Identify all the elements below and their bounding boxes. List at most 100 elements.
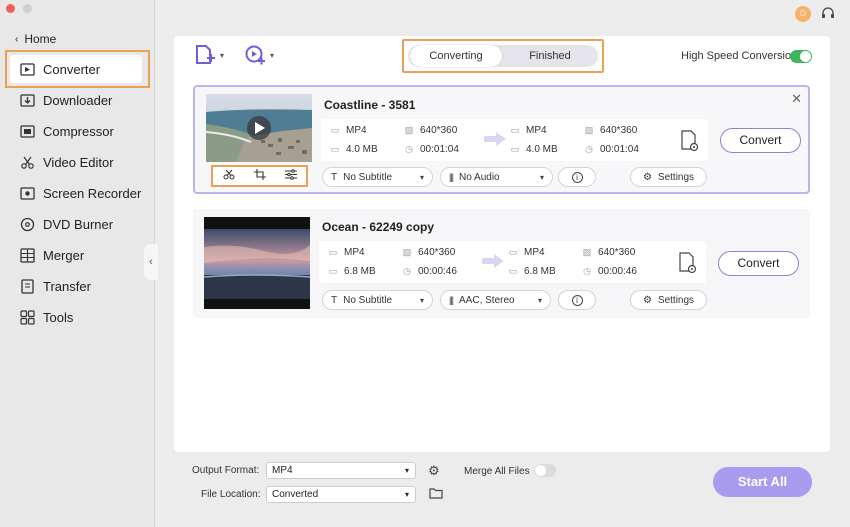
sidebar-item-tools[interactable]: Tools [20,305,73,329]
sidebar-item-merger[interactable]: Merger [20,243,84,267]
home-link[interactable]: ‹ Home [15,32,56,46]
video-file-icon: ▭ [330,125,340,135]
close-window-button[interactable] [6,4,15,13]
info-icon: i [571,171,583,183]
output-format-dropdown[interactable]: MP4 ▾ [266,462,416,479]
sidebar-item-converter[interactable]: Converter [20,57,100,81]
sidebar-item-label: Video Editor [43,154,114,170]
sidebar-item-dvd-burner[interactable]: DVD Burner [20,212,113,236]
scissors-icon [20,155,35,170]
trim-scissors-icon[interactable] [223,169,235,183]
folder-icon[interactable] [429,487,443,502]
dst-resolution-value: 640*360 [598,247,636,258]
close-icon[interactable]: ✕ [791,91,802,107]
folder-icon: ▭ [508,266,518,276]
clock-icon: ◷ [583,266,591,276]
src-duration-value: 00:00:46 [418,266,457,277]
audio-dropdown[interactable]: ||| No Audio ▾ [440,167,553,187]
disc-icon [20,217,35,232]
sidebar-item-compressor[interactable]: Compressor [20,119,114,143]
output-settings-button[interactable] [670,119,708,161]
folder-icon: ▭ [510,144,520,154]
sidebar-item-video-editor[interactable]: Video Editor [20,150,114,174]
src-duration: ◷ 00:01:04 [403,144,459,155]
convert-button[interactable]: Convert [718,251,799,276]
dst-format: ▭ MP4 [507,247,545,258]
audio-dropdown[interactable]: ||| AAC, Stereo ▾ [440,290,551,310]
download-icon [20,93,35,108]
chevron-down-icon: ▾ [270,50,275,60]
subtitle-dropdown[interactable]: T No Subtitle ▾ [322,290,433,310]
gear-icon: ⚙ [642,294,652,306]
src-format-value: MP4 [344,247,365,258]
minimize-window-button[interactable] [23,4,32,13]
subtitle-dropdown[interactable]: T No Subtitle ▾ [322,167,433,187]
sidebar-item-label: Downloader [43,92,113,108]
file-card: Ocean - 62249 copy ▭ MP4 ▧ 640*360 ▭ 6.8 MB… [193,209,810,318]
sidebar-item-downloader[interactable]: Downloader [20,88,112,112]
crop-icon[interactable] [253,169,266,183]
subtitle-value: No Subtitle [343,171,393,183]
src-duration: ◷ 00:00:46 [401,266,457,277]
dst-duration: ◷ 00:00:46 [581,266,637,277]
resolution-icon: ▧ [402,247,412,257]
merge-icon [20,247,35,263]
clock-icon: ◷ [585,144,593,154]
audio-wave-icon: ||| [449,172,454,182]
convert-button[interactable]: Convert [720,128,801,153]
start-all-button[interactable]: Start All [713,467,812,497]
headset-icon[interactable] [820,6,836,22]
add-media-icon [245,45,266,65]
add-file-icon [196,45,215,64]
format-info-panel: ▭ MP4 ▧ 640*360 ▭ 4.0 MB ◷ 00:01:04 ▭ MP4 ▧ 64… [321,119,707,161]
folder-icon: ▭ [328,266,338,276]
add-file-button[interactable]: ▾ [194,44,224,66]
video-file-icon: ▭ [508,247,518,257]
sidebar-item-label: Transfer [43,278,91,294]
video-thumbnail[interactable] [204,217,310,309]
subtitle-value: No Subtitle [343,294,393,306]
src-size-value: 4.0 MB [346,144,378,155]
dst-size: ▭ 4.0 MB [509,144,558,155]
converter-icon [20,62,35,77]
output-settings-button[interactable] [668,241,706,283]
chevron-down-icon: ▾ [404,466,409,475]
collapse-sidebar-button[interactable]: ‹ [144,244,158,280]
compress-icon [20,124,35,139]
dst-format: ▭ MP4 [509,125,547,136]
chevron-down-icon: ▾ [220,50,225,60]
format-settings-icon[interactable]: ⚙ [428,463,440,479]
toggle-knob [800,51,811,62]
video-thumbnail[interactable] [206,94,312,162]
info-button[interactable]: i [558,290,596,310]
src-resolution-value: 640*360 [420,125,458,136]
high-speed-toggle[interactable] [790,50,812,63]
effects-sliders-icon[interactable] [284,169,297,183]
clock-icon: ◷ [403,266,411,276]
tab-converting[interactable]: Converting [410,45,502,67]
chevron-down-icon: ▾ [539,172,544,182]
user-icon[interactable]: ☺ [795,6,811,22]
dst-format-value: MP4 [526,125,547,136]
file-settings-icon [681,130,699,152]
chevron-left-icon: ‹ [149,256,153,268]
sidebar-item-transfer[interactable]: Transfer [20,274,91,298]
resolution-icon: ▧ [584,125,594,135]
settings-button[interactable]: ⚙ Settings [630,167,707,187]
arrow-right-icon [482,254,504,268]
file-location-dropdown[interactable]: Converted ▾ [266,486,416,503]
folder-icon: ▭ [330,144,340,154]
sidebar-item-screen-recorder[interactable]: Screen Recorder [20,181,141,205]
dst-resolution-value: 640*360 [600,125,638,136]
text-icon: T [331,171,338,183]
settings-button[interactable]: ⚙ Settings [630,290,707,310]
resolution-icon: ▧ [582,247,592,257]
add-media-button[interactable]: ▾ [244,44,274,66]
info-button[interactable]: i [558,167,596,187]
src-resolution-value: 640*360 [418,247,456,258]
chevron-down-icon: ▾ [419,172,424,182]
video-file-icon: ▭ [328,247,338,257]
merge-toggle[interactable] [534,464,556,477]
tab-finished[interactable]: Finished [504,45,596,67]
sidebar: ‹ Home Converter Downloader Compressor V… [0,0,155,527]
